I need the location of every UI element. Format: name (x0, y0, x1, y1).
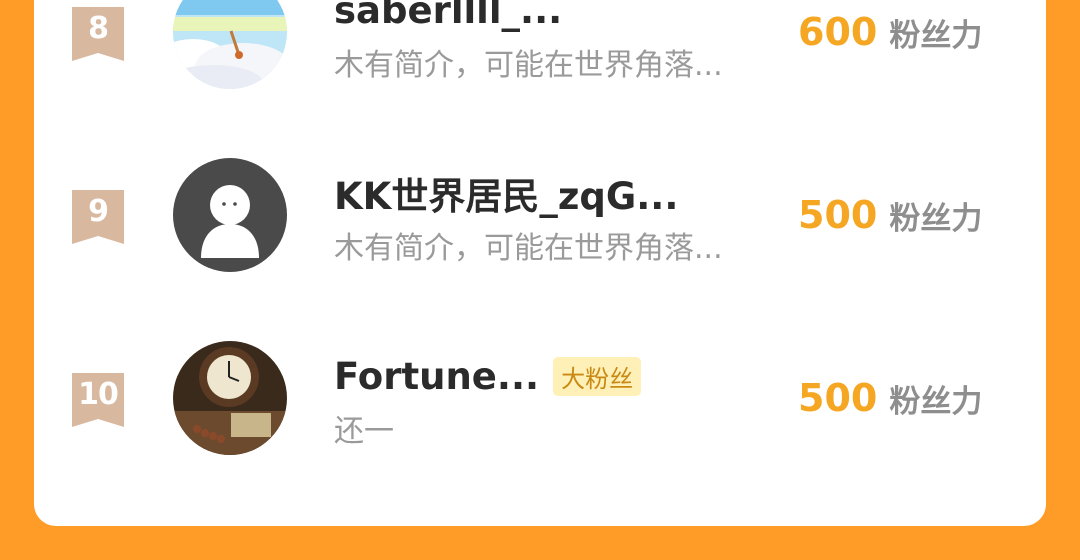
clock-photo-avatar-icon (173, 341, 287, 455)
rank-ribbon: 10 (72, 373, 124, 427)
fan-score-unit: 粉丝力 (889, 200, 983, 237)
ranking-row[interactable]: 9 KK世界居民_zqG... 木有简介，可能在世界角落... 500 粉丝力 (0, 150, 1080, 280)
user-bio: 还一 (334, 414, 394, 449)
rank-number: 9 (88, 194, 109, 229)
user-avatar[interactable] (173, 0, 287, 89)
default-person-avatar-icon (173, 158, 287, 272)
user-name-line: Fortune... 大粉丝 (334, 351, 642, 401)
rank-number: 10 (78, 377, 119, 412)
rank-ribbon: 9 (72, 190, 124, 244)
user-bio: 木有简介，可能在世界角落... (334, 231, 723, 266)
fan-score-value: 500 (798, 193, 878, 237)
fan-score: 600 粉丝力 (798, 7, 982, 57)
user-avatar[interactable] (173, 341, 287, 455)
user-bio: 木有简介，可能在世界角落... (334, 48, 723, 83)
fan-score-unit: 粉丝力 (889, 383, 983, 420)
fan-score-value: 500 (798, 376, 878, 420)
rank-ribbon: 8 (72, 7, 124, 61)
user-name-line: saberllll_... (334, 0, 562, 35)
fan-score: 500 粉丝力 (798, 190, 982, 240)
user-name[interactable]: saberllll_... (334, 0, 562, 32)
ranking-row[interactable]: 10 Fortune... 大粉丝 还一 500 粉丝力 (0, 333, 1080, 463)
user-name[interactable]: KK世界居民_zqG... (334, 166, 678, 220)
user-name[interactable]: Fortune... (334, 355, 539, 398)
fan-score: 500 粉丝力 (798, 373, 982, 423)
anime-sky-avatar-icon (173, 0, 287, 89)
user-name-line: KK世界居民_zqG... (334, 168, 678, 218)
fan-score-value: 600 (798, 10, 878, 54)
big-fan-badge: 大粉丝 (553, 356, 642, 396)
rank-number: 8 (88, 11, 109, 46)
fan-score-unit: 粉丝力 (889, 17, 983, 54)
ranking-row[interactable]: 8 saberllll_... 木有简介，可能在世界角落... 600 粉丝力 (0, 0, 1080, 97)
user-avatar[interactable] (173, 158, 287, 272)
